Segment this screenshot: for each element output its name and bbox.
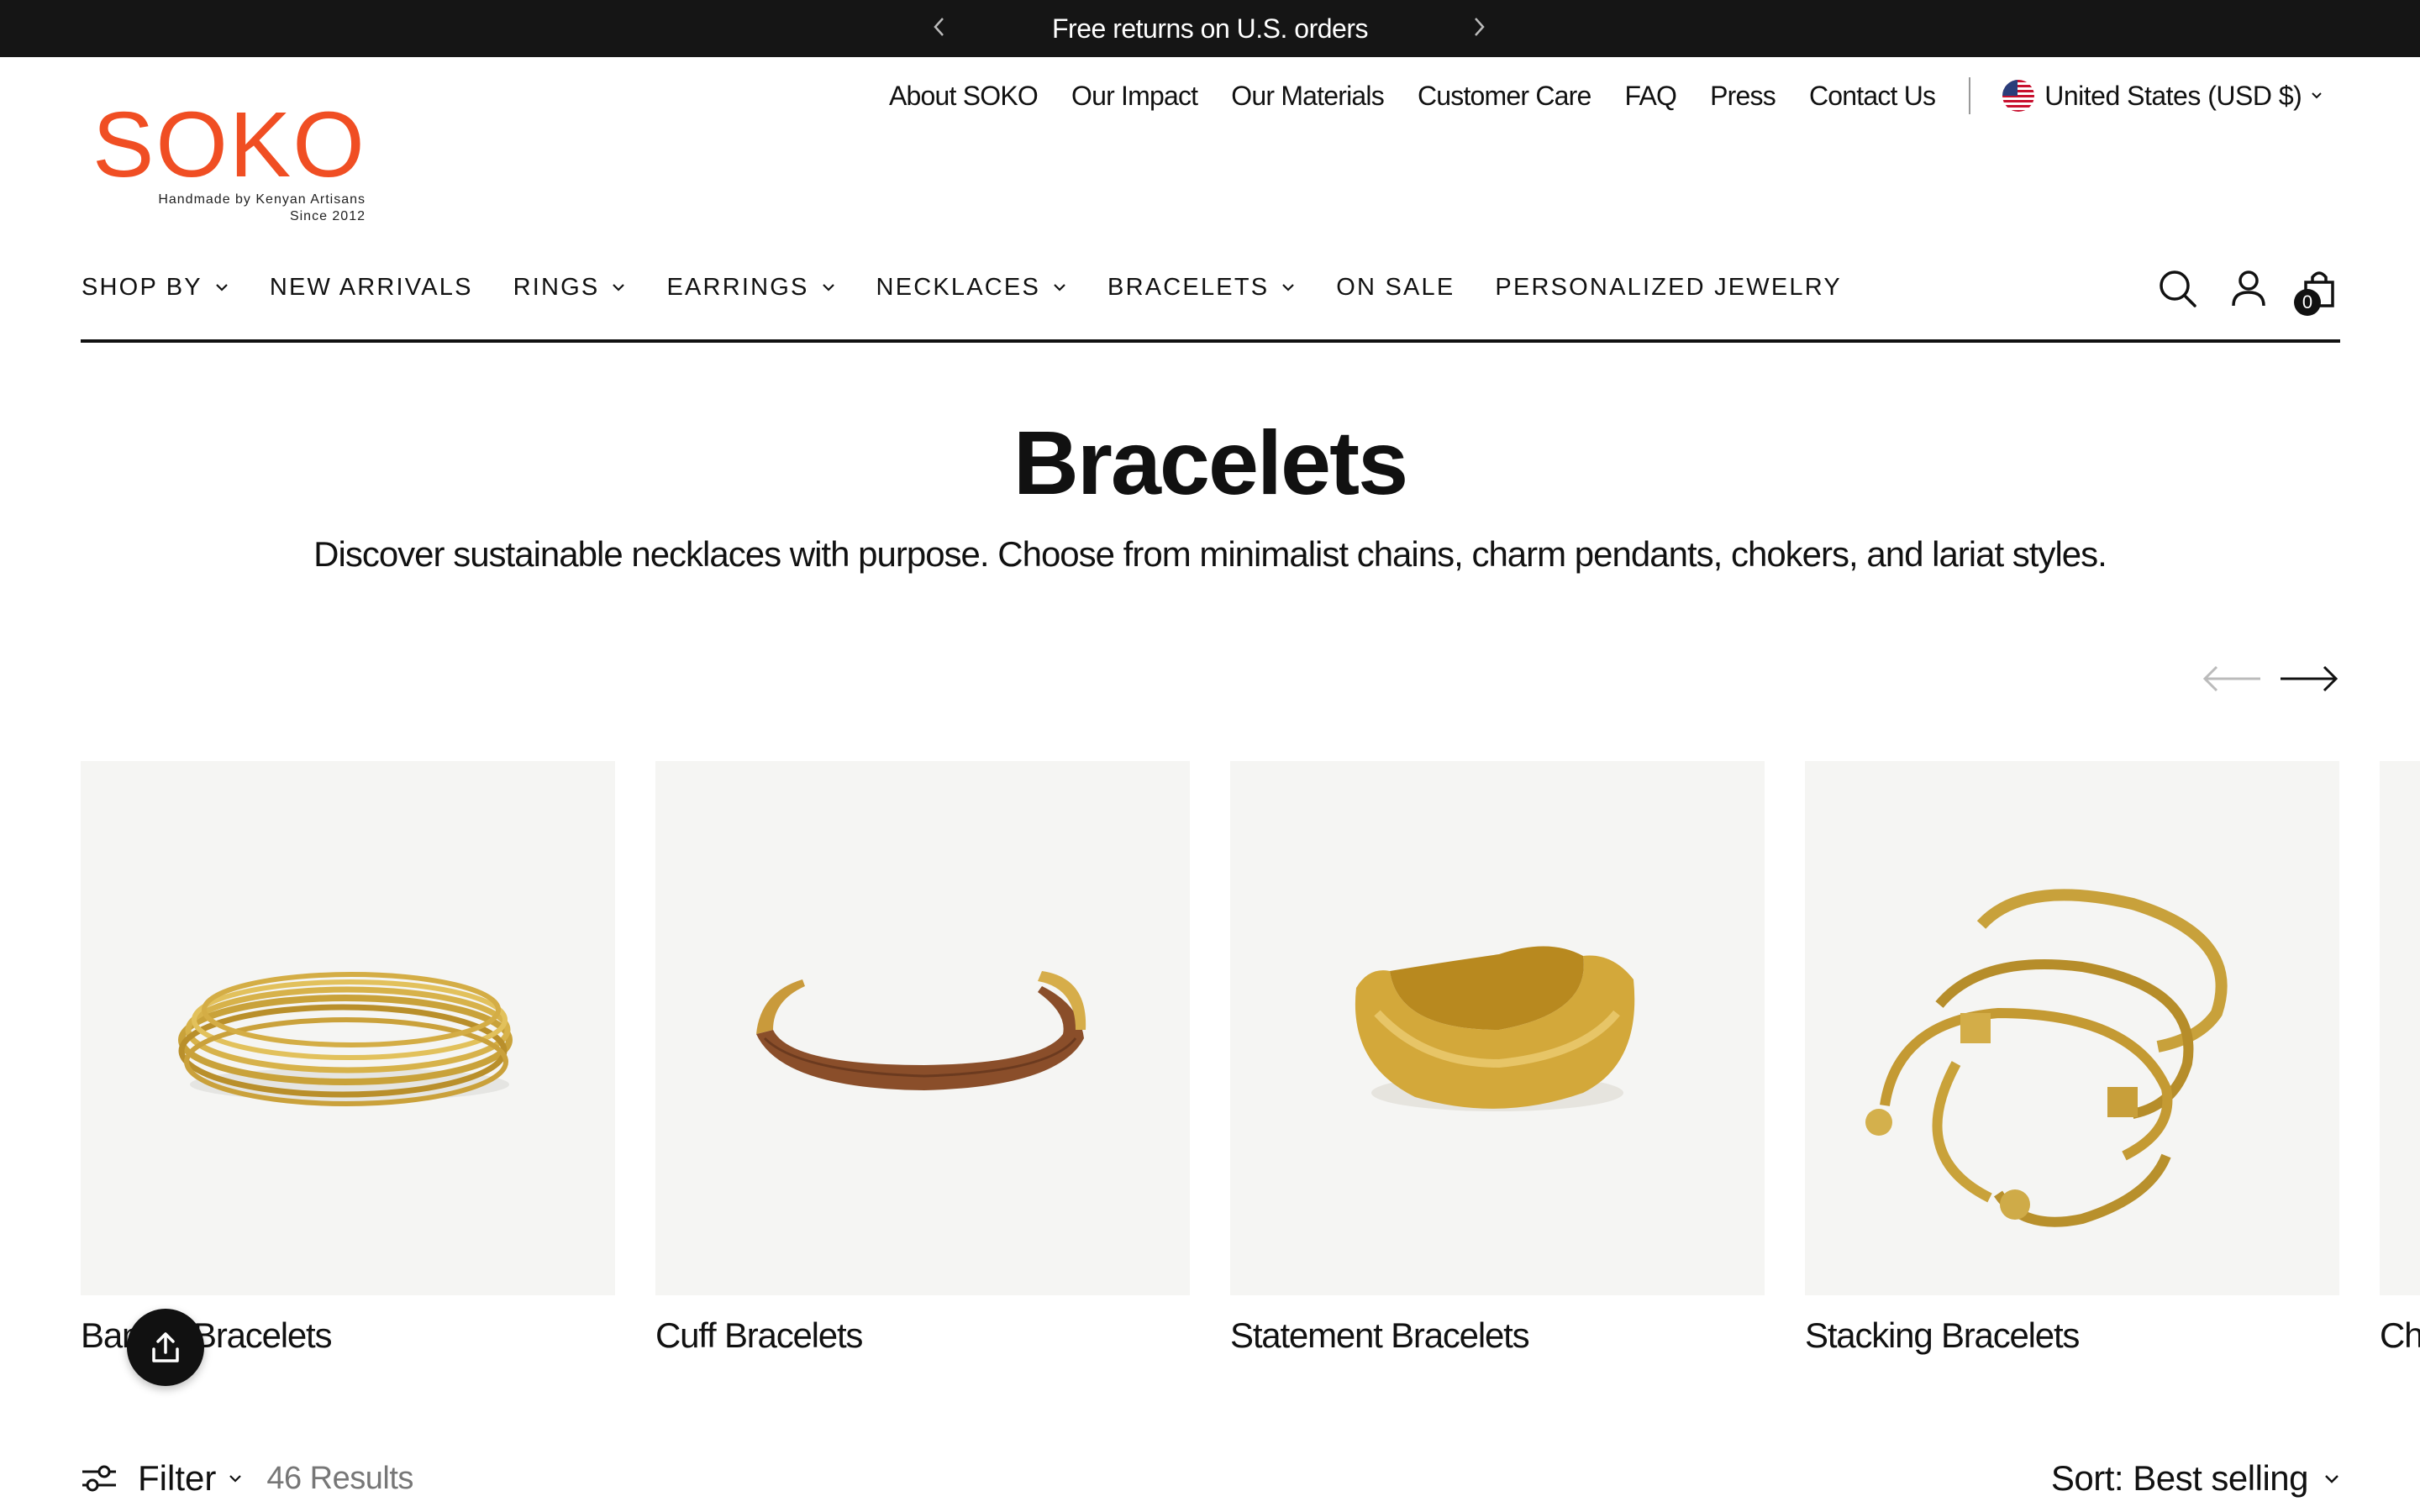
main-nav: SHOP BY NEW ARRIVALS RINGS EARRINGS NECK…	[82, 270, 1882, 304]
chevron-down-icon	[216, 284, 228, 291]
category-card-bangle[interactable]: Bangle Bracelets	[81, 761, 615, 1356]
chevron-down-icon	[2325, 1475, 2338, 1483]
nav-item-necklaces[interactable]: NECKLACES	[876, 274, 1067, 302]
utility-link-contact[interactable]: Contact Us	[1809, 81, 1936, 112]
collection-description: Discover sustainable necklaces with purp…	[313, 534, 2107, 574]
arrow-right-icon[interactable]	[2279, 660, 2339, 697]
chevron-down-icon	[1054, 284, 1065, 291]
announcement-message[interactable]: Free returns on U.S. orders	[0, 13, 2420, 45]
filter-label: Filter	[138, 1458, 217, 1498]
category-card-cuff[interactable]: Cuff Bracelets	[655, 761, 1190, 1356]
tagline-line-2: Since 2012	[289, 209, 366, 223]
search-icon[interactable]	[2156, 267, 2200, 311]
nav-item-label: ON SALE	[1336, 273, 1455, 301]
chevron-down-icon	[613, 284, 625, 291]
account-icon[interactable]	[2227, 267, 2270, 311]
share-icon	[152, 1332, 179, 1362]
sort-dropdown[interactable]: Sort: Best selling	[2051, 1458, 2340, 1499]
bangle-bracelet-image	[81, 761, 615, 1295]
nav-item-on-sale[interactable]: ON SALE	[1336, 274, 1455, 302]
chevron-down-icon	[2312, 92, 2323, 99]
category-label: Ch	[2380, 1315, 2420, 1355]
utility-link-impact[interactable]: Our Impact	[1071, 81, 1198, 112]
chevron-down-icon	[229, 1475, 242, 1483]
utility-nav: About SOKO Our Impact Our Materials Cust…	[889, 77, 2323, 114]
nav-item-label: SHOP BY	[82, 273, 203, 301]
share-button[interactable]	[127, 1309, 204, 1386]
country-label: United States (USD $)	[2044, 80, 2302, 111]
page-title: Bracelets	[1013, 412, 1408, 513]
nav-item-bracelets[interactable]: BRACELETS	[1107, 274, 1296, 302]
utility-link-customer-care[interactable]: Customer Care	[1418, 81, 1591, 112]
nav-item-new-arrivals[interactable]: NEW ARRIVALS	[270, 274, 473, 302]
nav-item-label: EARRINGS	[666, 273, 809, 301]
country-selector[interactable]: United States (USD $)	[2002, 80, 2323, 112]
brand-logo[interactable]: SOKO Handmade by Kenyan Artisans Since 2…	[92, 99, 378, 225]
nav-item-label: BRACELETS	[1107, 273, 1270, 301]
cuff-bracelet-image	[655, 761, 1190, 1295]
nav-item-label: RINGS	[513, 273, 600, 301]
cart-icon[interactable]: 0	[2294, 267, 2341, 316]
chevron-right-icon[interactable]	[1464, 12, 1494, 42]
statement-bracelet-image	[1230, 761, 1765, 1295]
arrow-left-icon[interactable]	[2202, 660, 2262, 697]
divider	[1969, 77, 1971, 114]
sort-label: Sort: Best selling	[2050, 1458, 2309, 1498]
utility-link-about[interactable]: About SOKO	[889, 81, 1039, 112]
collection-toolbar: Filter 46 Results Sort: Best selling	[81, 1458, 2340, 1509]
header-divider	[81, 339, 2340, 343]
nav-item-label: PERSONALIZED JEWELRY	[1495, 273, 1842, 301]
category-image	[2380, 761, 2420, 1295]
results-count: 46 Results	[266, 1460, 413, 1496]
nav-item-rings[interactable]: RINGS	[513, 274, 627, 302]
utility-link-faq[interactable]: FAQ	[1625, 81, 1677, 112]
filter-sliders-icon	[82, 1465, 116, 1492]
nav-item-earrings[interactable]: EARRINGS	[666, 274, 835, 302]
carousel-controls	[2202, 660, 2356, 697]
utility-link-press[interactable]: Press	[1710, 81, 1776, 112]
filter-button[interactable]: Filter 46 Results	[81, 1458, 413, 1499]
nav-item-personalized-jewelry[interactable]: PERSONALIZED JEWELRY	[1495, 274, 1842, 302]
stacking-bracelet-image	[1805, 761, 2339, 1295]
nav-item-shop-by[interactable]: SHOP BY	[82, 274, 229, 302]
nav-item-label: NECKLACES	[876, 273, 1041, 301]
header-icons: 0	[2156, 267, 2368, 316]
cart-count-badge: 0	[2294, 289, 2321, 316]
announcement-bar: Free returns on U.S. orders	[0, 0, 2420, 57]
category-label: Cuff Bracelets	[655, 1315, 863, 1355]
us-flag-icon	[2002, 80, 2035, 112]
category-carousel: Bangle Bracelets Cuff Bracelets Statemen…	[81, 761, 2420, 1366]
category-card-partial[interactable]: Ch	[2380, 761, 2420, 1356]
category-card-statement[interactable]: Statement Bracelets	[1230, 761, 1765, 1356]
category-card-stacking[interactable]: Stacking Bracelets	[1805, 761, 2339, 1356]
category-label: Statement Bracelets	[1230, 1315, 1530, 1355]
nav-item-label: NEW ARRIVALS	[269, 273, 473, 301]
chevron-down-icon	[822, 284, 834, 291]
brand-tagline: Handmade by Kenyan Artisans Since 2012	[92, 192, 366, 225]
brand-wordmark: SOKO	[92, 93, 366, 197]
chevron-down-icon	[1282, 284, 1295, 291]
category-label: Stacking Bracelets	[1805, 1315, 2080, 1355]
utility-link-materials[interactable]: Our Materials	[1231, 81, 1384, 112]
